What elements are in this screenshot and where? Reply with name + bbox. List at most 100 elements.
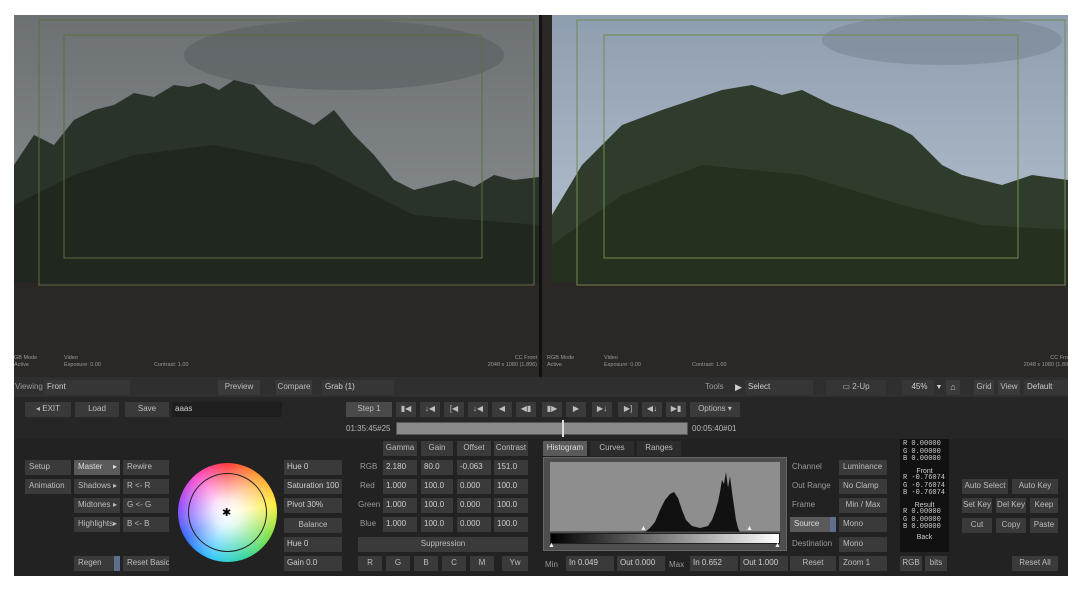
rgb-contrast-field[interactable]: 151.0 xyxy=(494,460,528,475)
timeline-playhead[interactable] xyxy=(562,420,564,437)
prev-key-button[interactable]: ↓◀ xyxy=(420,402,440,417)
rewire-button[interactable]: Rewire xyxy=(123,460,169,475)
setup-name-field[interactable]: aaas xyxy=(172,402,282,417)
grid-button[interactable]: Grid xyxy=(974,380,994,395)
gain-field[interactable]: Gain 0.0 xyxy=(284,556,342,571)
prev-mark-button[interactable]: [◀ xyxy=(444,402,464,417)
exit-button[interactable]: ◂ EXIT xyxy=(25,402,71,417)
reset-basics-button[interactable]: Reset Basics xyxy=(123,556,169,571)
rgb-offset-field[interactable]: -0.063 xyxy=(457,460,491,475)
paste-button[interactable]: Paste xyxy=(1030,518,1058,533)
auto-select-button[interactable]: Auto Select xyxy=(962,479,1008,494)
red-offset-field[interactable]: 0.000 xyxy=(457,479,491,494)
keep-button[interactable]: Keep xyxy=(1030,498,1058,513)
prev-edit-button[interactable]: ↓◀ xyxy=(468,402,488,417)
animation-button[interactable]: Animation xyxy=(25,479,71,494)
zoom-field[interactable]: 45% xyxy=(902,380,934,395)
supp-r-button[interactable]: R xyxy=(358,556,382,571)
bits-button[interactable]: bits xyxy=(925,556,947,571)
play-reverse-button[interactable]: ◀ xyxy=(492,402,512,417)
viewer-left[interactable]: GB Mode Active Video Exposure: 0.00 Contra… xyxy=(14,15,539,377)
go-end-button[interactable]: ▶▮ xyxy=(666,402,686,417)
blue-gain-field[interactable]: 100.0 xyxy=(421,517,453,532)
step-back-button[interactable]: ◀▮ xyxy=(516,402,536,417)
midtones-button[interactable]: Midtones ▸ xyxy=(74,498,120,513)
source-button[interactable]: Source xyxy=(790,517,836,532)
next-edit-button[interactable]: ▶↓ xyxy=(592,402,612,417)
offset-header[interactable]: Offset xyxy=(457,441,491,456)
hue-field-1[interactable]: Hue 0 xyxy=(284,460,342,475)
select-tool[interactable]: Select xyxy=(745,380,813,395)
compare-button[interactable]: Compare xyxy=(276,380,312,395)
timeline-scrubber[interactable] xyxy=(396,422,688,435)
luminance-select[interactable]: Luminance xyxy=(839,460,887,475)
highlights-button[interactable]: Highlights ▸ xyxy=(74,517,120,532)
color-wheel-cursor[interactable]: ✱ xyxy=(222,506,231,519)
hue-field-2[interactable]: Hue 0 xyxy=(284,537,342,552)
preview-button[interactable]: Preview xyxy=(218,380,260,395)
grab-field[interactable]: Grab (1) xyxy=(322,380,394,395)
red-contrast-field[interactable]: 100.0 xyxy=(494,479,528,494)
shadows-button[interactable]: Shadows ▸ xyxy=(74,479,120,494)
green-gain-field[interactable]: 100.0 xyxy=(421,498,453,513)
in-min-field[interactable]: In 0.049 xyxy=(566,556,614,571)
rewire-b-button[interactable]: B <- B xyxy=(123,517,169,532)
view-button[interactable]: View xyxy=(998,380,1020,395)
rgb-gain-field[interactable]: 80.0 xyxy=(421,460,453,475)
load-button[interactable]: Load xyxy=(75,402,119,417)
green-gamma-field[interactable]: 1.000 xyxy=(383,498,417,513)
default-select[interactable]: Default xyxy=(1024,380,1068,395)
saturation-field[interactable]: Saturation 100 xyxy=(284,479,342,494)
go-start-button[interactable]: ▮◀ xyxy=(396,402,416,417)
auto-key-button[interactable]: Auto Key xyxy=(1012,479,1058,494)
zoom-select[interactable]: Zoom 1 xyxy=(839,556,887,571)
green-offset-field[interactable]: 0.000 xyxy=(457,498,491,513)
rewire-g-button[interactable]: G <- G xyxy=(123,498,169,513)
histogram-in-max-marker[interactable]: ▲ xyxy=(746,525,753,532)
next-key-button[interactable]: ◀↓ xyxy=(642,402,662,417)
color-wheel[interactable]: ✱ xyxy=(178,463,277,562)
supp-yw-button[interactable]: Yw xyxy=(502,556,528,571)
setup-button[interactable]: Setup xyxy=(25,460,71,475)
supp-c-button[interactable]: C xyxy=(442,556,466,571)
del-key-button[interactable]: Del Key xyxy=(996,498,1026,513)
tab-histogram[interactable]: Histogram xyxy=(543,441,587,456)
contrast-header[interactable]: Contrast xyxy=(494,441,528,456)
output-max-marker[interactable]: ▲ xyxy=(774,542,781,549)
step-forward-button[interactable]: ▮▶ xyxy=(542,402,562,417)
rgb-mode-button[interactable]: RGB xyxy=(900,556,922,571)
two-up-button[interactable]: ▭ 2-Up xyxy=(826,380,886,395)
no-clamp-select[interactable]: No Clamp xyxy=(839,479,887,494)
gamma-header[interactable]: Gamma xyxy=(383,441,417,456)
tab-ranges[interactable]: Ranges xyxy=(637,441,681,456)
output-min-marker[interactable]: ▲ xyxy=(548,542,555,549)
balance-button[interactable]: Balance xyxy=(284,518,342,533)
out-min-field[interactable]: Out 0.000 xyxy=(617,556,665,571)
min-max-select[interactable]: Min / Max xyxy=(839,498,887,513)
options-button[interactable]: Options ▾ xyxy=(690,402,740,417)
gain-header[interactable]: Gain xyxy=(421,441,453,456)
in-max-field[interactable]: In 0.652 xyxy=(690,556,738,571)
rewire-r-button[interactable]: R <- R xyxy=(123,479,169,494)
reset-button[interactable]: Reset xyxy=(790,556,836,571)
histogram-in-min-marker[interactable]: ▲ xyxy=(640,525,647,532)
cut-button[interactable]: Cut xyxy=(962,518,992,533)
set-key-button[interactable]: Set Key xyxy=(962,498,992,513)
viewer-right[interactable]: RGB Mode Active Video Exposure: 0.00 Contr… xyxy=(542,15,1068,377)
regen-button[interactable]: Regen xyxy=(74,556,120,571)
viewing-select[interactable]: Front xyxy=(44,380,130,395)
save-button[interactable]: Save xyxy=(125,402,169,417)
play-button[interactable]: ▶ xyxy=(566,402,586,417)
blue-contrast-field[interactable]: 100.0 xyxy=(494,517,528,532)
step-button[interactable]: Step 1 xyxy=(346,402,392,417)
master-button[interactable]: Master ▸ xyxy=(74,460,120,475)
tab-curves[interactable]: Curves xyxy=(590,441,634,456)
suppression-button[interactable]: Suppression xyxy=(358,537,528,552)
copy-button[interactable]: Copy xyxy=(996,518,1026,533)
supp-g-button[interactable]: G xyxy=(386,556,410,571)
histogram-gradient-bar[interactable] xyxy=(550,533,780,544)
blue-offset-field[interactable]: 0.000 xyxy=(457,517,491,532)
reset-all-button[interactable]: Reset All xyxy=(1012,556,1058,571)
red-gain-field[interactable]: 100.0 xyxy=(421,479,453,494)
red-gamma-field[interactable]: 1.000 xyxy=(383,479,417,494)
